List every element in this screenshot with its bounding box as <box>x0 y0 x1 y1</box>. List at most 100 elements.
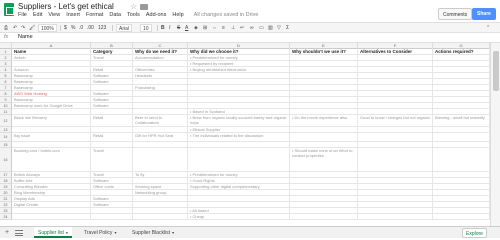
table-cell[interactable]: Working space <box>133 184 188 189</box>
table-cell[interactable] <box>188 202 290 207</box>
header-cell-why-not[interactable]: Why shouldn't we use it? <box>290 49 358 54</box>
header-cell-actions[interactable]: Actions required? <box>433 49 490 54</box>
table-cell[interactable]: Brewing - small but instantly <box>433 115 490 126</box>
print-icon[interactable]: ⎙ <box>4 24 8 32</box>
table-cell[interactable] <box>358 103 433 108</box>
table-cell[interactable]: Headsets <box>133 73 188 78</box>
table-cell[interactable] <box>188 142 290 147</box>
table-cell[interactable] <box>188 91 290 96</box>
sheet-tab-travel-policy[interactable]: Travel Policy ▾ <box>80 227 120 238</box>
star-icon[interactable]: ☆ <box>130 2 137 11</box>
bold-button[interactable]: B <box>161 24 165 32</box>
table-cell[interactable]: Big issue <box>12 133 91 141</box>
table-cell[interactable]: Software <box>91 178 133 183</box>
table-cell[interactable] <box>290 202 358 207</box>
table-cell[interactable] <box>358 61 433 66</box>
table-cell[interactable] <box>290 97 358 102</box>
table-cell[interactable] <box>290 103 358 108</box>
table-cell[interactable] <box>433 190 490 195</box>
table-cell[interactable] <box>290 127 358 132</box>
row-header[interactable]: 14 <box>0 133 12 142</box>
table-cell[interactable] <box>433 202 490 207</box>
table-cell[interactable] <box>12 142 91 147</box>
decrease-decimal-button[interactable]: .0 <box>79 24 83 32</box>
sheet-tab-supplier-list[interactable]: Supplier list ▾ <box>34 227 72 238</box>
table-cell[interactable] <box>133 91 188 96</box>
table-cell[interactable]: Travel <box>91 172 133 177</box>
explore-button[interactable]: Explore <box>462 228 487 238</box>
collapse-menu-icon[interactable]: ⌃ <box>486 24 490 32</box>
table-cell[interactable]: Display Ads <box>12 196 91 201</box>
menu-format[interactable]: Format <box>86 12 103 20</box>
more-formats-button[interactable]: 123 <box>98 24 106 32</box>
table-cell[interactable]: To fly <box>133 172 188 177</box>
table-cell[interactable] <box>290 208 358 213</box>
table-cell[interactable]: Software <box>91 202 133 207</box>
table-cell[interactable] <box>91 208 133 213</box>
table-cell[interactable]: • Predetermined for money <box>188 55 290 60</box>
table-cell[interactable] <box>433 67 490 72</box>
table-cell[interactable] <box>133 79 188 84</box>
table-cell[interactable] <box>358 184 433 189</box>
table-cell[interactable] <box>290 190 358 195</box>
table-cell[interactable]: Software <box>91 196 133 201</box>
table-cell[interactable]: Buffer Ads <box>12 178 91 183</box>
table-cell[interactable] <box>290 91 358 96</box>
align-vertical-icon[interactable]: ⊥ <box>231 24 235 32</box>
formula-input[interactable]: Name <box>18 34 33 40</box>
table-cell[interactable] <box>433 172 490 177</box>
table-cell[interactable] <box>290 214 358 219</box>
table-cell[interactable]: Supporting other digital complementary <box>188 184 290 189</box>
filter-icon[interactable]: ▽ <box>277 24 281 32</box>
font-size-select[interactable]: 10 <box>140 24 152 32</box>
table-cell[interactable] <box>133 178 188 183</box>
table-cell[interactable]: Black Isle Brewery <box>12 115 91 126</box>
table-cell[interactable] <box>433 127 490 132</box>
table-cell[interactable] <box>433 133 490 141</box>
table-cell[interactable] <box>12 61 91 66</box>
table-cell[interactable] <box>12 127 91 132</box>
table-cell[interactable]: AWS Web Hosting <box>12 91 91 96</box>
table-cell[interactable] <box>358 85 433 90</box>
table-cell[interactable] <box>358 127 433 132</box>
italic-button[interactable]: I <box>169 24 170 32</box>
table-cell[interactable] <box>188 103 290 108</box>
spreadsheet-grid[interactable]: A B C D E F G 1 2 3 4 5 6 7 8 9 10 11 12 13 14 15 16 17… <box>0 43 490 226</box>
sheet-tab-supplier-blacklist[interactable]: Supplier Blacklist ▾ <box>128 227 178 238</box>
vertical-scrollbar[interactable] <box>490 43 500 226</box>
table-cell[interactable] <box>133 109 188 114</box>
table-cell[interactable] <box>433 91 490 96</box>
table-cell[interactable]: Travel <box>91 148 133 171</box>
table-cell[interactable] <box>358 142 433 147</box>
table-cell[interactable] <box>358 178 433 183</box>
table-cell[interactable] <box>188 148 290 171</box>
folder-icon[interactable] <box>140 4 148 10</box>
table-cell[interactable] <box>133 127 188 132</box>
document-title[interactable]: Suppliers - Let's get ethical <box>18 2 114 11</box>
table-cell[interactable] <box>188 97 290 102</box>
strikethrough-button[interactable]: S <box>177 24 180 32</box>
align-left-icon[interactable]: ≡ <box>222 24 225 32</box>
table-cell[interactable]: Digital Create <box>12 202 91 207</box>
table-cell[interactable]: Software <box>91 91 133 96</box>
sheets-logo-icon[interactable] <box>4 3 14 16</box>
table-cell[interactable] <box>358 91 433 96</box>
row-header[interactable]: 16 <box>0 148 12 172</box>
table-cell[interactable]: Booking.com / hotels.com <box>12 148 91 171</box>
table-cell[interactable] <box>358 196 433 201</box>
table-cell[interactable] <box>188 196 290 201</box>
table-cell[interactable] <box>91 214 133 219</box>
table-cell[interactable] <box>433 214 490 219</box>
table-cell[interactable] <box>358 97 433 102</box>
row-header[interactable]: 12 <box>0 115 12 127</box>
table-cell[interactable] <box>433 61 490 66</box>
table-cell[interactable] <box>290 61 358 66</box>
table-cell[interactable] <box>133 214 188 219</box>
table-cell[interactable]: Amazon <box>12 67 91 72</box>
table-cell[interactable]: Networking group <box>133 190 188 195</box>
table-cell[interactable]: Software <box>91 97 133 102</box>
menu-addons[interactable]: Add-ons <box>146 12 167 20</box>
wrap-text-icon[interactable]: ↵ <box>240 24 244 32</box>
table-cell[interactable]: Gift for HPR Hot Seat <box>133 133 188 141</box>
header-cell-why-need[interactable]: Why do we need it? <box>133 49 188 54</box>
